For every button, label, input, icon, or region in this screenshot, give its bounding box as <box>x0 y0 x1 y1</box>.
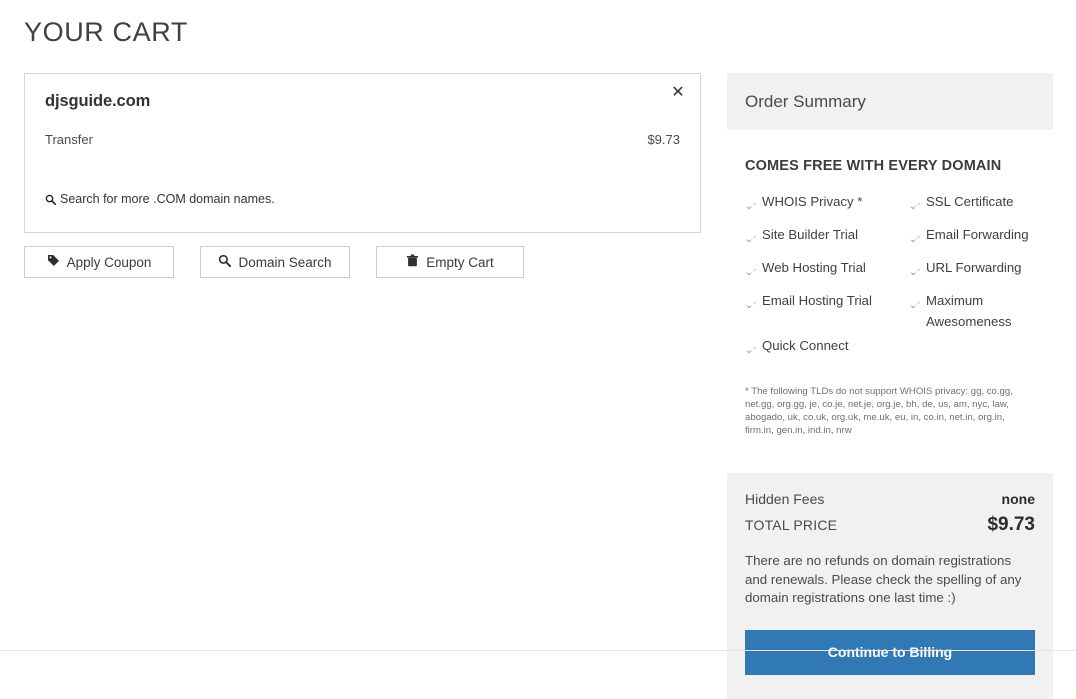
check-icon <box>909 296 921 317</box>
check-icon <box>745 260 757 287</box>
feature-item: Site Builder Trial <box>745 221 909 254</box>
continue-to-billing-button[interactable]: Continue to Billing <box>745 629 1035 675</box>
search-more-domains-label: Search for more .COM domain names. <box>60 192 275 206</box>
cart-item-type: Transfer <box>45 132 93 147</box>
apply-coupon-label: Apply Coupon <box>66 254 152 270</box>
feature-item: Quick Connect <box>745 332 909 365</box>
hidden-fees-row: Hidden Fees none <box>745 491 1035 507</box>
search-icon <box>218 254 232 270</box>
page-title: YOUR CART <box>24 17 188 47</box>
check-icon <box>745 338 757 365</box>
cart-item-domain: djsguide.com <box>45 92 151 110</box>
whois-tld-disclaimer: * The following TLDs do not support WHOI… <box>745 386 1013 436</box>
totals-panel: Hidden Fees none TOTAL PRICE $9.73 There… <box>727 473 1053 699</box>
domain-search-label: Domain Search <box>238 254 332 270</box>
feature-item: URL Forwarding <box>909 254 1035 287</box>
check-icon <box>745 227 757 254</box>
cart-item: djsguide.com ✕ Transfer $9.73 Search for… <box>24 73 701 233</box>
apply-coupon-button[interactable]: Apply Coupon <box>24 246 174 278</box>
feature-label: Web Hosting Trial <box>762 260 866 275</box>
feature-item: SSL Certificate <box>909 188 1035 221</box>
check-icon <box>745 194 757 221</box>
total-price-row: TOTAL PRICE $9.73 <box>745 514 1035 536</box>
total-price-value: $9.73 <box>987 514 1035 535</box>
hidden-fees-label: Hidden Fees <box>745 491 825 507</box>
feature-label: Site Builder Trial <box>762 227 859 242</box>
search-icon <box>45 194 56 205</box>
hidden-fees-value: none <box>1001 491 1035 507</box>
feature-label: Maximum Awesomeness <box>926 293 1012 329</box>
trash-icon <box>406 254 419 270</box>
free-features-grid: WHOIS Privacy * SSL Certificate Site Bui… <box>745 188 1035 365</box>
cart-column: djsguide.com ✕ Transfer $9.73 Search for… <box>24 73 701 278</box>
feature-label: WHOIS Privacy * <box>762 194 863 209</box>
empty-cart-label: Empty Cart <box>426 254 494 270</box>
feature-spacer <box>909 332 1035 365</box>
feature-label: Email Forwarding <box>926 227 1029 242</box>
feature-item: Email Forwarding <box>909 221 1035 254</box>
search-more-domains-link[interactable]: Search for more .COM domain names. <box>45 192 275 206</box>
check-icon <box>745 293 757 320</box>
comes-free-heading: COMES FREE WITH EVERY DOMAIN <box>745 158 1002 174</box>
order-summary-panel: Order Summary COMES FREE WITH EVERY DOMA… <box>727 73 1053 459</box>
order-summary-column: Order Summary COMES FREE WITH EVERY DOMA… <box>727 73 1053 699</box>
bottom-divider <box>0 650 1076 651</box>
feature-item: Maximum Awesomeness <box>909 287 1035 332</box>
cart-item-line: Transfer $9.73 <box>45 132 680 147</box>
feature-label: URL Forwarding <box>926 260 1022 275</box>
close-icon[interactable]: ✕ <box>668 83 688 103</box>
check-icon <box>909 194 921 221</box>
domain-search-button[interactable]: Domain Search <box>200 246 350 278</box>
feature-label: SSL Certificate <box>926 194 1014 209</box>
feature-item: Web Hosting Trial <box>745 254 909 287</box>
feature-label: Quick Connect <box>762 338 849 353</box>
empty-cart-button[interactable]: Empty Cart <box>376 246 524 278</box>
check-icon <box>909 227 921 254</box>
cart-actions: Apply Coupon Domain Search Empty Cart <box>24 246 701 278</box>
feature-item: WHOIS Privacy * <box>745 188 909 221</box>
check-icon <box>909 260 921 287</box>
tag-icon <box>47 254 60 270</box>
refund-policy-text: There are no refunds on domain registrat… <box>745 553 1022 605</box>
feature-item: Email Hosting Trial <box>745 287 909 332</box>
order-summary-title: Order Summary <box>745 91 866 111</box>
order-summary-body: COMES FREE WITH EVERY DOMAIN WHOIS Priva… <box>727 130 1053 459</box>
total-price-label: TOTAL PRICE <box>745 517 838 533</box>
order-summary-header: Order Summary <box>727 73 1053 130</box>
cart-item-price: $9.73 <box>647 132 680 147</box>
feature-label: Email Hosting Trial <box>762 293 872 308</box>
